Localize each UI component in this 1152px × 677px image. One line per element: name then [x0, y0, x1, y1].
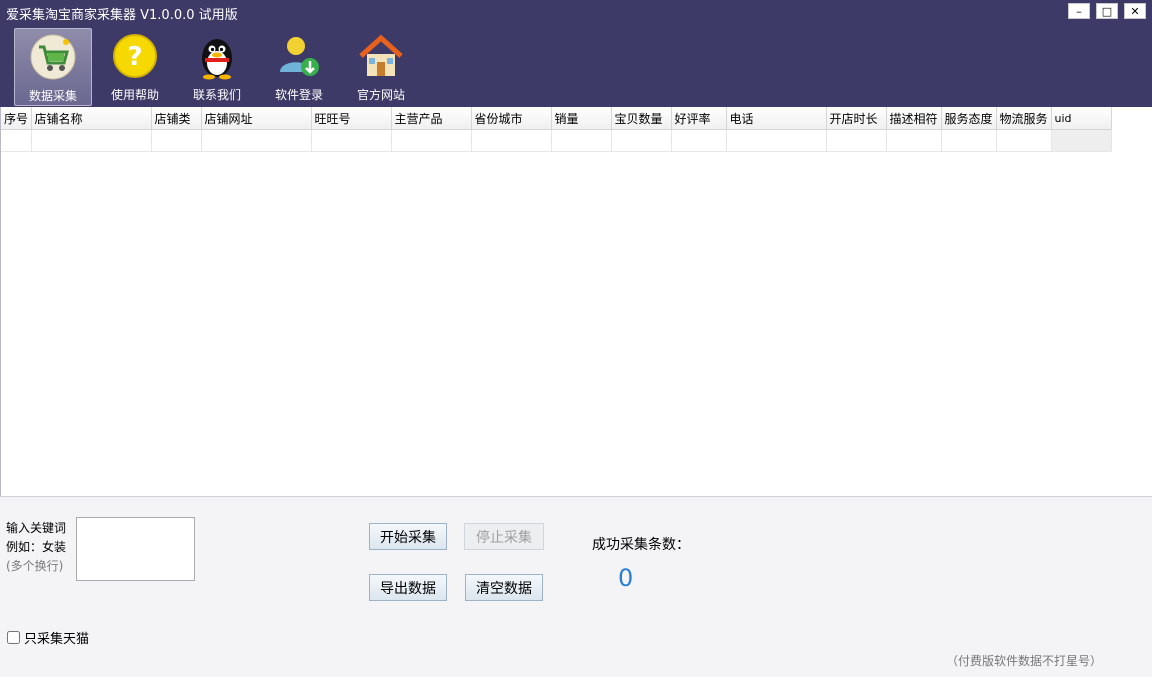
close-button[interactable]: ✕: [1124, 3, 1146, 19]
column-header[interactable]: 好评率: [671, 107, 727, 130]
main-toolbar: 数据采集 ? 使用帮助 联系我们 软件登录 官方网站: [14, 28, 420, 106]
keyword-label-group: 输入关键词 例如：女装 (多个换行): [6, 519, 66, 576]
keyword-label: 输入关键词: [6, 521, 67, 535]
toolbar-label: 联系我们: [192, 88, 241, 102]
table-cell: [471, 129, 552, 152]
table-cell: [611, 129, 672, 152]
table-cell: [201, 129, 312, 152]
column-header[interactable]: uid: [1051, 107, 1112, 130]
column-header[interactable]: 店铺名称: [31, 107, 152, 130]
user-login-icon: [280, 37, 319, 76]
column-header[interactable]: 开店时长: [826, 107, 887, 130]
table-cell: [941, 129, 997, 152]
clear-data-button[interactable]: 清空数据: [465, 574, 543, 601]
window-title: 爱采集淘宝商家采集器 V1.0.0.0 试用版: [6, 8, 238, 23]
column-header[interactable]: 宝贝数量: [611, 107, 672, 130]
start-collect-button[interactable]: 开始采集: [369, 523, 447, 550]
table-cell: [996, 129, 1052, 152]
app-window: 爱采集淘宝商家采集器 V1.0.0.0 试用版 – □ ✕ 数据采集 ? 使用帮…: [0, 0, 1152, 677]
qq-penguin-icon: [202, 39, 232, 80]
success-count-label: 成功采集条数：: [592, 537, 690, 553]
column-header[interactable]: 销量: [551, 107, 612, 130]
export-data-button[interactable]: 导出数据: [369, 574, 447, 601]
title-toolbar-region: 爱采集淘宝商家采集器 V1.0.0.0 试用版 – □ ✕ 数据采集 ? 使用帮…: [0, 0, 1152, 107]
table-cell: [826, 129, 887, 152]
toolbar-contact[interactable]: 联系我们: [178, 28, 256, 106]
toolbar-data-collect[interactable]: 数据采集: [14, 28, 92, 106]
results-table[interactable]: 序号 店铺名称 店铺类 店铺网址 旺旺号 主营产品 省份城市 销量 宝贝数量 好…: [0, 107, 1152, 496]
tmall-only-checkbox[interactable]: [7, 631, 20, 644]
keyword-input[interactable]: [76, 517, 195, 581]
table-cell: [551, 129, 612, 152]
column-header[interactable]: 旺旺号: [311, 107, 392, 130]
success-count-value: 0: [618, 564, 634, 592]
window-controls: – □ ✕: [1068, 3, 1146, 19]
table-header-row: 序号 店铺名称 店铺类 店铺网址 旺旺号 主营产品 省份城市 销量 宝贝数量 好…: [1, 107, 1112, 130]
keyword-example: 例如：女装: [6, 540, 67, 554]
toolbar-label: 官方网站: [356, 88, 405, 102]
table-cell: [391, 129, 472, 152]
column-header[interactable]: 服务态度: [941, 107, 997, 130]
minimize-button[interactable]: –: [1068, 3, 1090, 19]
keyword-hint: (多个换行): [6, 559, 64, 573]
column-header[interactable]: 物流服务: [996, 107, 1052, 130]
table-cell: [671, 129, 727, 152]
svg-text:?: ?: [127, 42, 142, 72]
table-cell: [151, 129, 202, 152]
toolbar-label: 使用帮助: [110, 88, 159, 102]
control-panel: 输入关键词 例如：女装 (多个换行) 开始采集 停止采集 导出数据 清空数据 成…: [0, 496, 1152, 677]
home-house-icon: [359, 34, 403, 76]
toolbar-website[interactable]: 官方网站: [342, 28, 420, 106]
column-header[interactable]: 店铺网址: [201, 107, 312, 130]
stop-collect-button[interactable]: 停止采集: [464, 523, 544, 550]
maximize-button[interactable]: □: [1096, 3, 1118, 19]
toolbar-help[interactable]: ? 使用帮助: [96, 28, 174, 106]
help-question-icon: ?: [113, 34, 157, 78]
table-cell: [886, 129, 942, 152]
shopping-cart-icon: [30, 34, 76, 80]
table-cell: [1051, 129, 1112, 152]
table-row[interactable]: [1, 129, 1112, 152]
column-header[interactable]: 省份城市: [471, 107, 552, 130]
tmall-only-label: 只采集天猫: [24, 632, 90, 647]
column-header[interactable]: 电话: [726, 107, 827, 130]
toolbar-label: 数据采集: [28, 89, 77, 103]
table-cell: [311, 129, 392, 152]
toolbar-label: 软件登录: [274, 88, 323, 102]
column-header[interactable]: 序号: [1, 107, 32, 130]
toolbar-login[interactable]: 软件登录: [260, 28, 338, 106]
column-header[interactable]: 描述相符: [886, 107, 942, 130]
paid-version-note: （付费版软件数据不打星号）: [945, 654, 1102, 668]
column-header[interactable]: 店铺类: [151, 107, 202, 130]
tmall-only-option[interactable]: 只采集天猫: [7, 628, 89, 647]
results-grid: 序号 店铺名称 店铺类 店铺网址 旺旺号 主营产品 省份城市 销量 宝贝数量 好…: [1, 107, 1112, 152]
table-cell: [31, 129, 152, 152]
table-cell: [1, 129, 32, 152]
table-cell: [726, 129, 827, 152]
column-header[interactable]: 主营产品: [391, 107, 472, 130]
